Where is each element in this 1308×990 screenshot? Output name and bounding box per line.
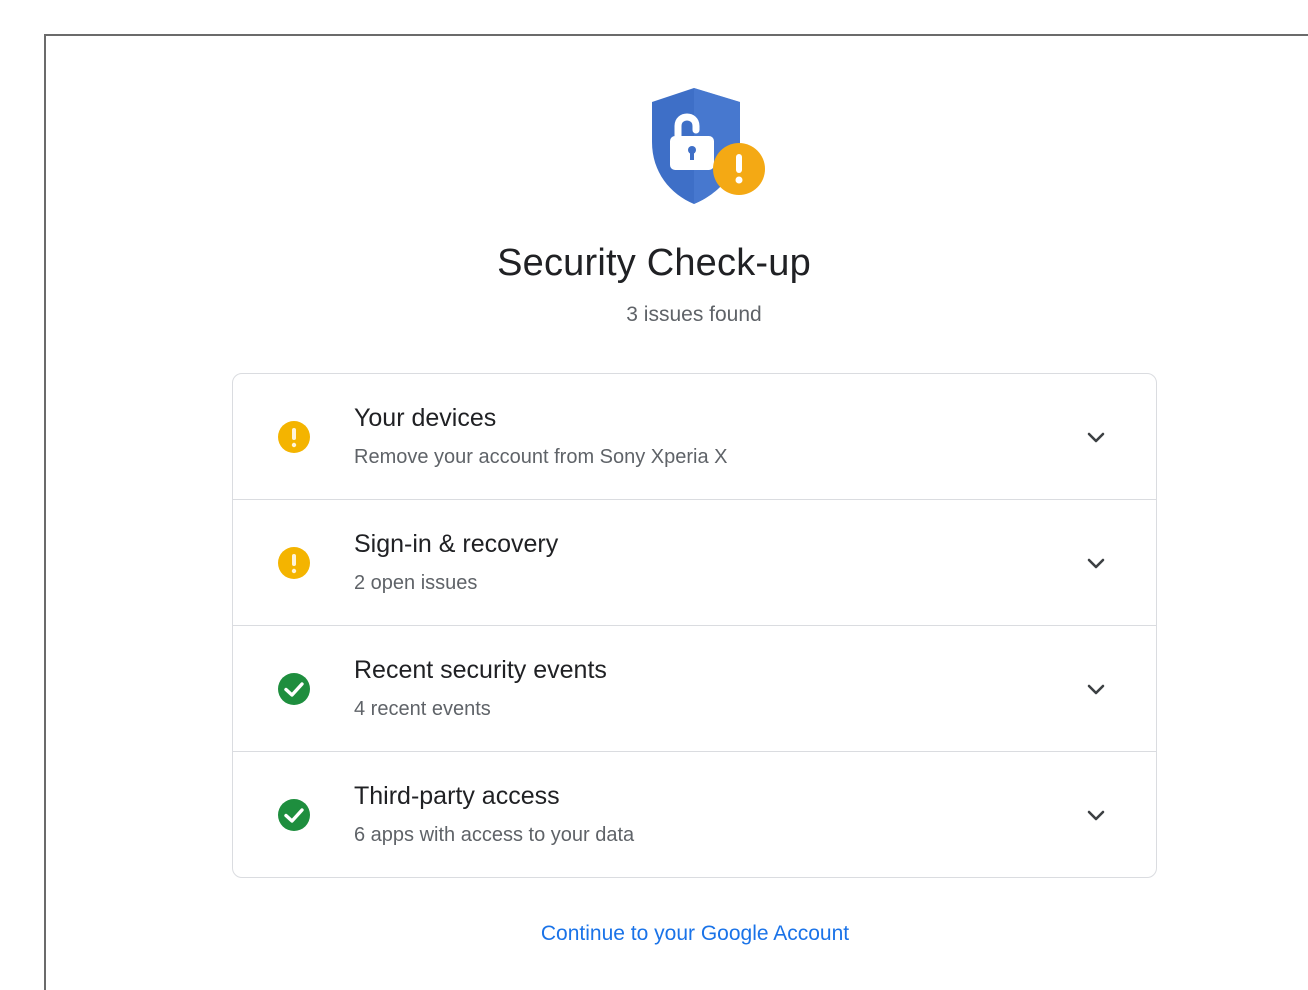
shield-lock-warning-icon <box>652 88 765 204</box>
checkup-item-description: 4 recent events <box>354 698 491 720</box>
warning-icon <box>278 547 310 579</box>
checkup-item-title: Recent security events <box>354 656 607 684</box>
checkup-item-sign-in-recovery[interactable]: Sign-in & recovery 2 open issues <box>233 500 1156 626</box>
checkup-item-recent-security-events[interactable]: Recent security events 4 recent events <box>233 626 1156 752</box>
checkup-item-title: Sign-in & recovery <box>354 530 559 558</box>
page-title: Security Check-up <box>497 242 811 284</box>
checkup-list: Your devices Remove your account from So… <box>232 373 1157 878</box>
chevron-down-icon[interactable] <box>1083 424 1109 450</box>
checkup-item-description: Remove your account from Sony Xperia X <box>354 446 728 468</box>
chevron-down-icon[interactable] <box>1083 802 1109 828</box>
continue-to-account-link[interactable]: Continue to your Google Account <box>0 922 1308 946</box>
checkup-item-third-party-access[interactable]: Third-party access 6 apps with access to… <box>233 752 1156 877</box>
checkup-item-description: 2 open issues <box>354 572 478 594</box>
checkup-item-title: Your devices <box>354 404 497 432</box>
issues-count: 3 issues found <box>626 303 762 326</box>
check-circle-icon <box>278 799 310 831</box>
checkup-item-title: Third-party access <box>354 782 560 810</box>
check-circle-icon <box>278 673 310 705</box>
chevron-down-icon[interactable] <box>1083 676 1109 702</box>
chevron-down-icon[interactable] <box>1083 550 1109 576</box>
checkup-item-description: 6 apps with access to your data <box>354 824 635 846</box>
warning-icon <box>278 421 310 453</box>
checkup-item-your-devices[interactable]: Your devices Remove your account from So… <box>233 374 1156 500</box>
